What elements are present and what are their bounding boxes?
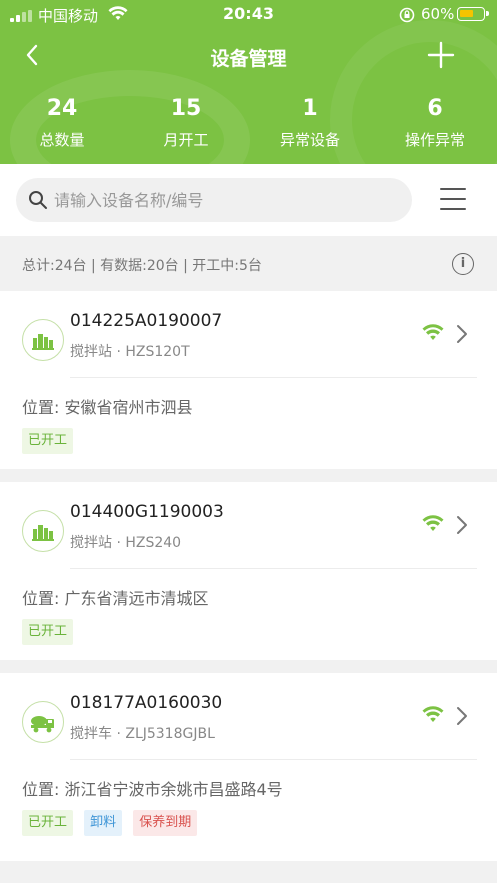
add-device-button[interactable] bbox=[426, 40, 456, 70]
device-location: 位置: 安徽省宿州市泗县 bbox=[22, 398, 193, 417]
device-type: 搅拌站 · HZS240 bbox=[70, 535, 182, 551]
mixing-station-icon bbox=[22, 319, 64, 361]
status-bar: 中国移动 20:43 60% bbox=[0, 0, 497, 30]
header: 中国移动 20:43 60% 设备管理 24 总数量 15 月开工 1 异常设备… bbox=[0, 0, 497, 164]
stat-value: 6 bbox=[427, 96, 443, 121]
device-type: 搅拌站 · HZS120T bbox=[70, 344, 190, 360]
chevron-right-icon[interactable] bbox=[455, 323, 469, 345]
battery-percent: 60% bbox=[421, 5, 455, 23]
stats-row: 24 总数量 15 月开工 1 异常设备 6 操作异常 bbox=[0, 96, 497, 156]
stat-total[interactable]: 24 总数量 bbox=[0, 96, 124, 150]
tag-list: 已开工 卸料 保养到期 bbox=[22, 810, 203, 836]
stat-label: 总数量 bbox=[39, 131, 85, 149]
stat-value: 15 bbox=[170, 96, 202, 121]
tag-list: 已开工 bbox=[22, 428, 79, 454]
summary-text: 总计:24台 | 有数据:20台 | 开工中:5台 bbox=[22, 258, 262, 274]
stat-label: 月开工 bbox=[163, 131, 209, 149]
search-box[interactable] bbox=[16, 178, 412, 222]
status-tag: 已开工 bbox=[22, 619, 74, 645]
status-tag: 保养到期 bbox=[133, 810, 198, 836]
device-type: 搅拌车 · ZLJ5318GJBL bbox=[70, 726, 215, 742]
mixing-station-icon bbox=[22, 510, 64, 552]
page-title: 设备管理 bbox=[210, 48, 287, 70]
tag-list: 已开工 bbox=[22, 619, 79, 645]
device-card[interactable]: 014225A0190007 搅拌站 · HZS120T 位置: 安徽省宿州市泗… bbox=[0, 291, 497, 469]
search-icon bbox=[29, 191, 47, 209]
stat-abnormal-devices[interactable]: 1 异常设备 bbox=[248, 96, 372, 150]
device-card[interactable]: 018177A0160030 搅拌车 · ZLJ5318GJBL 位置: 浙江省… bbox=[0, 673, 497, 861]
battery-icon bbox=[457, 7, 489, 21]
online-signal-icon bbox=[422, 706, 444, 722]
mixer-truck-icon bbox=[22, 701, 64, 743]
status-tag: 已开工 bbox=[22, 810, 74, 836]
divider bbox=[70, 759, 477, 760]
online-signal-icon bbox=[422, 515, 444, 531]
filter-menu-button[interactable] bbox=[440, 186, 468, 212]
divider bbox=[70, 377, 477, 378]
device-code: 018177A0160030 bbox=[70, 693, 223, 713]
summary-bar: 总计:24台 | 有数据:20台 | 开工中:5台 i bbox=[0, 240, 497, 290]
chevron-right-icon[interactable] bbox=[455, 705, 469, 727]
device-card[interactable]: 014400G1190003 搅拌站 · HZS240 位置: 广东省清远市清城… bbox=[0, 482, 497, 660]
chevron-right-icon[interactable] bbox=[455, 514, 469, 536]
online-signal-icon bbox=[422, 324, 444, 340]
divider bbox=[70, 568, 477, 569]
status-tag: 已开工 bbox=[22, 428, 74, 454]
stat-operation-errors[interactable]: 6 操作异常 bbox=[373, 96, 497, 150]
nav-bar: 设备管理 bbox=[0, 36, 497, 76]
search-input[interactable] bbox=[54, 178, 394, 222]
search-bar bbox=[0, 164, 497, 236]
device-code: 014225A0190007 bbox=[70, 311, 223, 331]
stat-label: 操作异常 bbox=[404, 131, 465, 149]
stat-label: 异常设备 bbox=[279, 131, 340, 149]
stat-value: 1 bbox=[302, 96, 318, 121]
status-tag: 卸料 bbox=[84, 810, 123, 836]
rotation-lock-icon bbox=[399, 7, 415, 23]
info-icon[interactable]: i bbox=[452, 253, 474, 275]
device-location: 位置: 广东省清远市清城区 bbox=[22, 589, 209, 608]
device-code: 014400G1190003 bbox=[70, 502, 224, 522]
device-location: 位置: 浙江省宁波市余姚市昌盛路4号 bbox=[22, 780, 283, 799]
stat-value: 24 bbox=[46, 96, 78, 121]
stat-monthly-active[interactable]: 15 月开工 bbox=[124, 96, 248, 150]
